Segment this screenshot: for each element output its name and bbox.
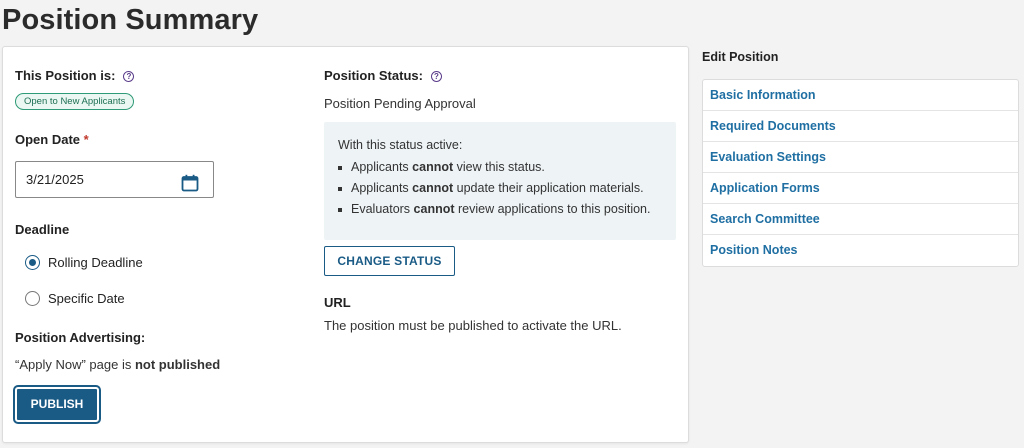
- apply-now-status-text: “Apply Now” page is not published: [15, 357, 220, 372]
- page-title: Position Summary: [2, 4, 259, 36]
- open-date-label-row: Open Date *: [15, 132, 89, 147]
- position-status-value: Position Pending Approval: [324, 96, 476, 111]
- calendar-icon[interactable]: [181, 170, 199, 205]
- deadline-label: Deadline: [15, 222, 70, 237]
- position-status-label-row: Position Status:?: [324, 68, 442, 83]
- deadline-option-rolling[interactable]: Rolling Deadline: [25, 255, 175, 273]
- required-mark: *: [83, 132, 89, 147]
- url-label: URL: [324, 295, 351, 310]
- sidebar-item-required-documents[interactable]: Required Documents: [703, 111, 1018, 142]
- question-circle-icon[interactable]: ?: [123, 71, 135, 82]
- position-is-label-row: This Position is:?: [15, 68, 135, 83]
- open-date-field[interactable]: 3/21/2025: [15, 161, 214, 198]
- radio-rolling[interactable]: [25, 255, 40, 270]
- apply-now-prefix: “Apply Now” page is: [15, 357, 132, 372]
- sidebar-item-search-committee[interactable]: Search Committee: [703, 204, 1018, 235]
- sidebar-item-application-forms[interactable]: Application Forms: [703, 173, 1018, 204]
- sidebar-item-evaluation-settings[interactable]: Evaluation Settings: [703, 142, 1018, 173]
- list-item: Applicants cannot update their applicati…: [338, 181, 662, 195]
- status-info-list: Applicants cannot view this status. Appl…: [338, 160, 662, 216]
- apply-now-status: not published: [134, 357, 221, 372]
- radio-rolling-label: Rolling Deadline: [48, 255, 143, 270]
- url-text: The position must be published to activa…: [324, 318, 622, 333]
- position-summary-card: This Position is:? Open to New Applicant…: [2, 46, 689, 443]
- open-date-label: Open Date: [15, 132, 81, 147]
- edit-position-menu: Basic Information Required Documents Eva…: [702, 79, 1019, 267]
- status-info-intro: With this status active:: [338, 138, 463, 152]
- radio-specific[interactable]: [25, 291, 40, 306]
- question-circle-icon[interactable]: ?: [430, 71, 442, 82]
- radio-specific-label: Specific Date: [48, 291, 125, 306]
- position-status-badge: Open to New Applicants: [15, 93, 135, 110]
- status-info-box: With this status active: Applicants cann…: [324, 122, 676, 240]
- edit-position-title: Edit Position: [702, 50, 779, 64]
- open-date-value: 3/21/2025: [26, 172, 84, 187]
- deadline-option-specific[interactable]: Specific Date: [25, 291, 175, 309]
- list-item: Applicants cannot view this status.: [338, 160, 662, 174]
- list-item: Evaluators cannot review applications to…: [338, 202, 662, 216]
- advertising-label: Position Advertising:: [15, 330, 146, 345]
- position-is-label: This Position is:: [15, 68, 116, 83]
- sidebar-item-position-notes[interactable]: Position Notes: [703, 235, 1018, 266]
- position-status-label: Position Status:: [324, 68, 423, 83]
- sidebar-item-basic-information[interactable]: Basic Information: [703, 80, 1018, 111]
- publish-button[interactable]: PUBLISH: [13, 385, 101, 424]
- change-status-button[interactable]: CHANGE STATUS: [324, 246, 455, 276]
